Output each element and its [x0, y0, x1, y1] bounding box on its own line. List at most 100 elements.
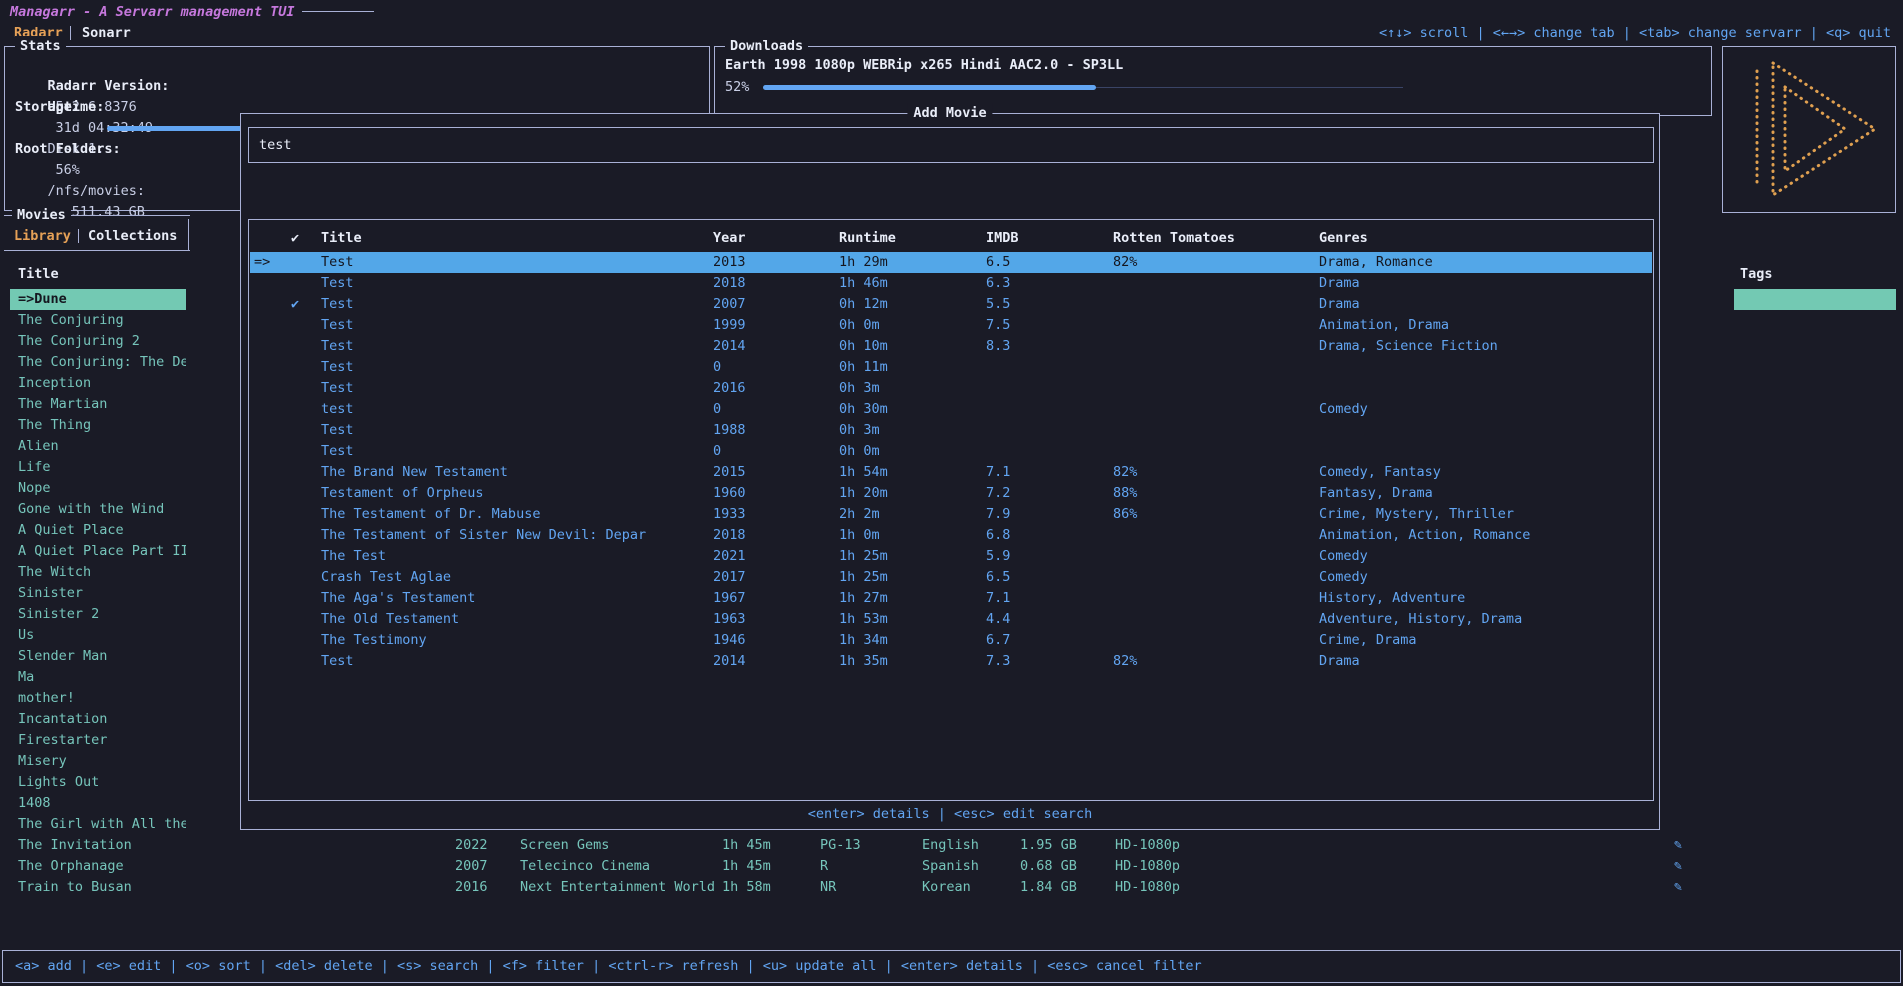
library-row[interactable]: Train to Busan 2016 Next Entertainment W…: [6, 877, 1897, 898]
result-runtime-cell: 1h 29m: [839, 252, 979, 273]
result-genres-cell: Crime, Mystery, Thriller: [1319, 504, 1646, 525]
result-runtime-cell: 0h 3m: [839, 378, 979, 399]
search-result-row[interactable]: The Brand New Testament 2015 1h 54m 7.1 …: [250, 462, 1652, 483]
search-result-row[interactable]: Test 1999 0h 0m 7.5 Animation, Drama: [250, 315, 1652, 336]
result-rotten-tomatoes-cell: [1113, 588, 1313, 609]
result-genres-cell: [1319, 378, 1646, 399]
result-imdb-cell: [986, 378, 1106, 399]
result-year-cell: 2015: [713, 462, 833, 483]
result-rotten-tomatoes-cell: 86%: [1113, 504, 1313, 525]
result-runtime-cell: 0h 0m: [839, 441, 979, 462]
result-rotten-tomatoes-cell: 82%: [1113, 651, 1313, 672]
monitored-icon: [1674, 814, 1700, 835]
search-result-row[interactable]: Test 2014 1h 35m 7.3 82% Drama: [250, 651, 1652, 672]
movie-title-cell: Sinister: [10, 583, 186, 604]
search-results-rows[interactable]: => Test 2013 1h 29m 6.5 82% Drama, Roman…: [249, 220, 1653, 800]
search-result-row[interactable]: Test 2016 0h 3m: [250, 378, 1652, 399]
result-runtime-cell: 1h 53m: [839, 609, 979, 630]
search-result-row[interactable]: The Testament of Sister New Devil: Depar…: [250, 525, 1652, 546]
movie-tags-cell: [1734, 814, 1896, 835]
movie-title-cell: Us: [10, 625, 186, 646]
search-result-row[interactable]: Testament of Orpheus 1960 1h 20m 7.2 88%…: [250, 483, 1652, 504]
result-imdb-cell: 7.1: [986, 462, 1106, 483]
added-check-icon: [291, 357, 317, 378]
result-year-cell: 1960: [713, 483, 833, 504]
result-rotten-tomatoes-cell: [1113, 357, 1313, 378]
added-check-icon: [291, 567, 317, 588]
movie-size-cell: 0.68 GB: [1020, 856, 1115, 877]
movie-title-cell: The Conjuring 2: [10, 331, 186, 352]
added-check-icon: [291, 462, 317, 483]
added-check-icon: [291, 399, 317, 420]
result-year-cell: 2013: [713, 252, 833, 273]
search-result-row[interactable]: The Testimony 1946 1h 34m 6.7 Crime, Dra…: [250, 630, 1652, 651]
result-runtime-cell: 1h 46m: [839, 273, 979, 294]
result-runtime-cell: 1h 54m: [839, 462, 979, 483]
search-result-row[interactable]: The Test 2021 1h 25m 5.9 Comedy: [250, 546, 1652, 567]
result-imdb-cell: 7.5: [986, 315, 1106, 336]
result-imdb-cell: 7.9: [986, 504, 1106, 525]
search-result-row[interactable]: Test 2014 0h 10m 8.3 Drama, Science Fict…: [250, 336, 1652, 357]
result-imdb-cell: 8.3: [986, 336, 1106, 357]
result-rotten-tomatoes-cell: [1113, 315, 1313, 336]
result-genres-cell: Comedy: [1319, 399, 1646, 420]
search-results-table[interactable]: ✔ Title Year Runtime IMDB Rotten Tomatoe…: [248, 219, 1654, 801]
result-runtime-cell: 1h 25m: [839, 567, 979, 588]
search-result-row[interactable]: Crash Test Aglae 2017 1h 25m 6.5 Comedy: [250, 567, 1652, 588]
movie-title-cell: Incantation: [10, 709, 186, 730]
movie-tags-cell: [1734, 772, 1896, 793]
monitored-icon: [1674, 478, 1700, 499]
search-result-row[interactable]: The Aga's Testament 1967 1h 27m 7.1 Hist…: [250, 588, 1652, 609]
monitored-icon: [1674, 625, 1700, 646]
result-rotten-tomatoes-cell: [1113, 567, 1313, 588]
result-rotten-tomatoes-cell: 82%: [1113, 252, 1313, 273]
monitored-icon: [1674, 583, 1700, 604]
result-year-cell: 2016: [713, 378, 833, 399]
movie-size-cell: 1.95 GB: [1020, 835, 1115, 856]
result-imdb-cell: 6.5: [986, 567, 1106, 588]
search-result-row[interactable]: Test 0 0h 11m: [250, 357, 1652, 378]
selection-arrow: [254, 420, 288, 441]
monitored-icon: [1674, 541, 1700, 562]
search-result-row[interactable]: Test 0 0h 0m: [250, 441, 1652, 462]
added-check-icon: [291, 525, 317, 546]
result-imdb-cell: [986, 399, 1106, 420]
result-genres-cell: Adventure, History, Drama: [1319, 609, 1646, 630]
added-check-icon: [291, 441, 317, 462]
movie-tags-cell: [1734, 793, 1896, 814]
search-result-row[interactable]: Test 1988 0h 3m: [250, 420, 1652, 441]
movie-quality-cell: HD-1080p: [1115, 856, 1245, 877]
movie-search-input[interactable]: [249, 128, 1653, 162]
result-year-cell: 0: [713, 441, 833, 462]
movie-tags-cell: [1734, 562, 1896, 583]
result-genres-cell: Animation, Action, Romance: [1319, 525, 1646, 546]
library-row[interactable]: The Invitation 2022 Screen Gems 1h 45m P…: [6, 835, 1897, 856]
added-check-icon: [291, 378, 317, 399]
library-row[interactable]: The Orphanage 2007 Telecinco Cinema 1h 4…: [6, 856, 1897, 877]
search-result-row[interactable]: Test 2018 1h 46m 6.3 Drama: [250, 273, 1652, 294]
result-imdb-cell: 6.5: [986, 252, 1106, 273]
search-result-row[interactable]: test 0 0h 30m Comedy: [250, 399, 1652, 420]
movie-studio-cell: Telecinco Cinema: [520, 856, 720, 877]
search-result-row[interactable]: ✔ Test 2007 0h 12m 5.5 Drama: [250, 294, 1652, 315]
movie-title-cell: Gone with the Wind: [10, 499, 186, 520]
movie-tags-cell: [1734, 394, 1896, 415]
result-genres-cell: Drama, Romance: [1319, 252, 1646, 273]
movie-title-cell: A Quiet Place: [10, 520, 186, 541]
movie-title-cell: The Girl with All the: [10, 814, 186, 835]
search-result-row[interactable]: The Testament of Dr. Mabuse 1933 2h 2m 7…: [250, 504, 1652, 525]
search-result-row[interactable]: => Test 2013 1h 29m 6.5 82% Drama, Roman…: [250, 252, 1652, 273]
movie-tags-cell: [1734, 499, 1896, 520]
result-title-cell: Test: [321, 651, 711, 672]
movie-language-cell: English: [922, 835, 1017, 856]
monitored-icon: [1674, 499, 1700, 520]
result-runtime-cell: 0h 0m: [839, 315, 979, 336]
movie-tags-cell: [1734, 352, 1896, 373]
result-runtime-cell: 0h 11m: [839, 357, 979, 378]
movie-title-cell: Life: [10, 457, 186, 478]
search-result-row[interactable]: The Old Testament 1963 1h 53m 4.4 Advent…: [250, 609, 1652, 630]
movie-tags-cell: [1734, 835, 1896, 856]
movie-runtime-cell: 1h 45m: [722, 856, 817, 877]
result-runtime-cell: 2h 2m: [839, 504, 979, 525]
monitored-icon: [1674, 730, 1700, 751]
